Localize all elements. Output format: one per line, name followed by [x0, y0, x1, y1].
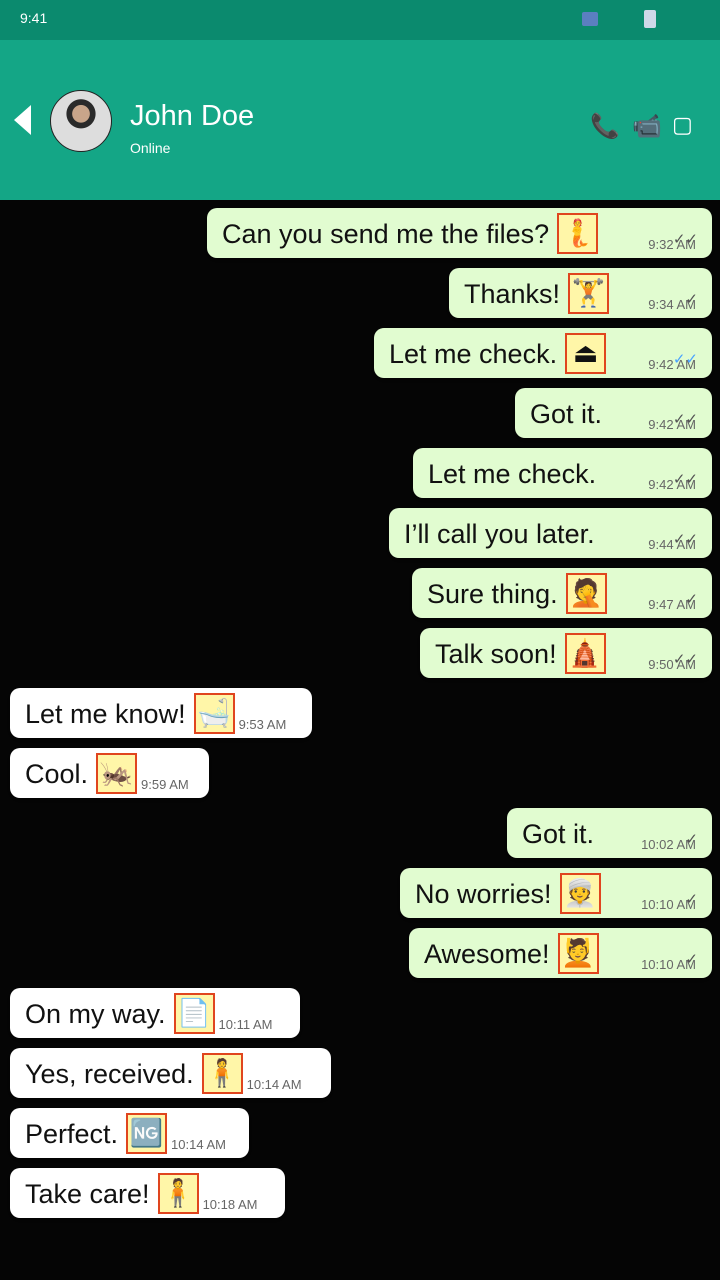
message-bubble[interactable]: Let me check. 9:42 AM ✓✓ — [413, 448, 712, 498]
message-text: Let me check. — [428, 459, 597, 489]
contact-name[interactable]: John Doe — [130, 100, 254, 133]
emoji-icon: 🆖 — [126, 1113, 168, 1154]
emoji-icon: ⏏ — [565, 333, 607, 374]
signal-icon — [582, 12, 598, 26]
emoji-icon: 🤦 — [565, 573, 607, 614]
message-bubble[interactable]: Thanks! 🏋 9:34 AM ✓ — [449, 268, 712, 318]
phone-icon[interactable]: 📞 — [590, 112, 620, 141]
message-time: 10:11 AM — [218, 1017, 273, 1032]
message-time: 10:14 AM — [171, 1137, 226, 1152]
emoji-icon: 🧜 — [557, 213, 599, 254]
message-bubble[interactable]: Sure thing. 🤦 9:47 AM ✓ — [412, 568, 712, 618]
message-text: Take care! — [25, 1179, 150, 1209]
battery-icon — [644, 10, 656, 28]
message-time: 9:53 AM — [238, 717, 287, 732]
delivery-tick-icon: ✓✓ — [672, 471, 698, 488]
chat-header: John Doe Online 📞 📹 ▢ — [0, 40, 720, 200]
delivery-tick-icon: ✓ — [685, 591, 698, 608]
delivery-tick-icon: ✓✓ — [672, 231, 698, 248]
message-text: Got it. — [522, 819, 595, 849]
message-bubble[interactable]: Got it. 9:42 AM ✓✓ — [515, 388, 712, 438]
emoji-icon: 🏋 — [568, 273, 610, 314]
emoji-icon: 🛁 — [193, 693, 235, 734]
message-text: I’ll call you later. — [404, 519, 595, 549]
message-text: Can you send me the files? — [222, 219, 550, 249]
status-time: 9:41 — [20, 10, 48, 26]
avatar[interactable] — [50, 90, 112, 152]
message-list: Can you send me the files? 🧜 9:32 AM ✓✓ Than… — [0, 200, 720, 1280]
message-bubble[interactable]: Take care! 🧍 10:18 AM — [10, 1168, 285, 1218]
emoji-icon: 🛕 — [564, 633, 606, 674]
delivery-tick-icon: ✓✓ — [672, 531, 698, 548]
message-time: 9:59 AM — [141, 777, 189, 792]
delivery-tick-icon: ✓✓ — [672, 411, 698, 428]
message-bubble[interactable]: Yes, received. 🧍 10:14 AM — [10, 1048, 331, 1098]
message-text: Thanks! — [464, 279, 561, 309]
delivery-tick-icon: ✓ — [685, 951, 698, 968]
delivery-tick-icon: ✓ — [685, 891, 698, 908]
message-time: 10:18 AM — [202, 1197, 258, 1212]
message-bubble[interactable]: Awesome! 💆 10:10 AM ✓ — [409, 928, 712, 978]
message-bubble[interactable]: Got it. 10:02 AM ✓ — [507, 808, 712, 858]
message-bubble[interactable]: On my way. 📄 10:11 AM — [10, 988, 300, 1038]
message-text: Sure thing. — [427, 579, 558, 609]
message-text: Got it. — [530, 399, 603, 429]
message-text: Awesome! — [424, 939, 550, 969]
presence-status: Online — [130, 140, 171, 156]
message-bubble[interactable]: Let me check. ⏏ 9:42 AM ✓✓ — [374, 328, 712, 378]
message-text: Yes, received. — [25, 1059, 194, 1089]
message-bubble[interactable]: No worries! 👳 10:10 AM ✓ — [400, 868, 712, 918]
emoji-icon: 💆 — [557, 933, 599, 974]
delivery-tick-icon: ✓ — [685, 831, 698, 848]
message-bubble[interactable]: Talk soon! 🛕 9:50 AM ✓✓ — [420, 628, 712, 678]
message-text: Perfect. — [25, 1119, 119, 1149]
delivery-tick-icon: ✓ — [685, 291, 698, 308]
message-time: 10:14 AM — [246, 1077, 302, 1092]
emoji-icon: 🦗 — [96, 753, 138, 794]
video-icon[interactable]: 📹 — [632, 112, 662, 141]
status-bar: 9:41 — [0, 0, 720, 40]
emoji-icon: 📄 — [173, 993, 215, 1034]
message-bubble[interactable]: I’ll call you later. 9:44 AM ✓✓ — [389, 508, 712, 558]
message-bubble[interactable]: Cool. 🦗 9:59 AM — [10, 748, 209, 798]
message-text: Talk soon! — [435, 639, 557, 669]
message-text: Cool. — [25, 759, 89, 789]
back-icon[interactable] — [14, 105, 31, 135]
emoji-icon: 🧍 — [157, 1173, 199, 1214]
message-text: Let me check. — [389, 339, 558, 369]
delivery-tick-icon: ✓✓ — [672, 651, 698, 668]
message-text: Let me know! — [25, 699, 186, 729]
menu-icon[interactable]: ▢ — [672, 112, 693, 138]
emoji-icon: 🧍 — [201, 1053, 243, 1094]
message-text: No worries! — [415, 879, 552, 909]
message-bubble[interactable]: Perfect. 🆖 10:14 AM — [10, 1108, 249, 1158]
message-bubble[interactable]: Let me know! 🛁 9:53 AM — [10, 688, 312, 738]
message-text: On my way. — [25, 999, 166, 1029]
delivery-tick-icon: ✓✓ — [672, 351, 698, 368]
emoji-icon: 👳 — [559, 873, 601, 914]
message-bubble[interactable]: Can you send me the files? 🧜 9:32 AM ✓✓ — [207, 208, 712, 258]
